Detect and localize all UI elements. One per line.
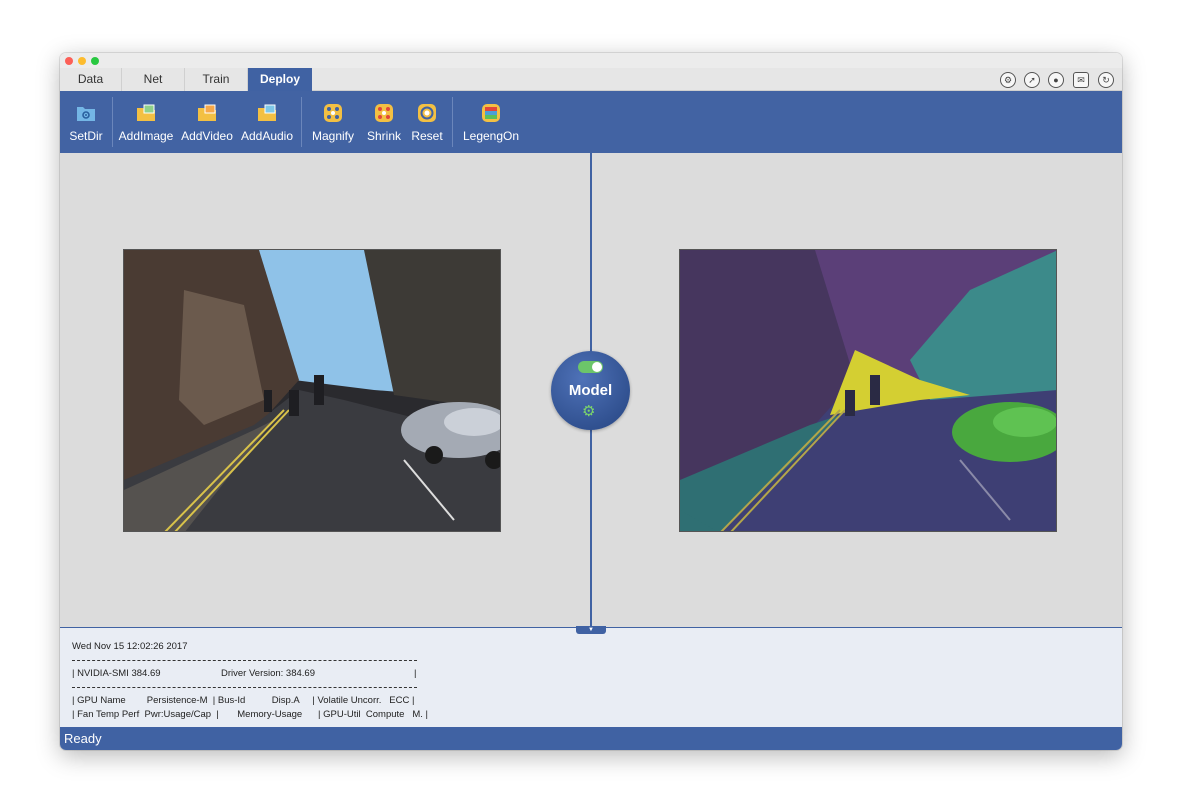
toolbar-divider	[112, 97, 113, 147]
compass-icon[interactable]: ➚	[1024, 72, 1040, 88]
tab-deploy[interactable]: Deploy	[248, 68, 312, 91]
status-bar: Ready	[60, 727, 1122, 750]
magnify-label: Magnify	[311, 129, 355, 143]
console-line-end: |	[414, 668, 417, 679]
console-header-row-1: | GPU Name Persistence-M | Bus-Id Disp.A…	[72, 695, 415, 706]
segmentation-overlay	[680, 250, 1056, 531]
legend-icon	[482, 104, 500, 122]
folder-image-icon	[137, 104, 155, 121]
folder-audio-icon	[258, 104, 276, 121]
reset-button[interactable]: Reset	[408, 91, 446, 153]
folder-video-icon	[198, 104, 216, 121]
console-timestamp: Wed Nov 15 12:02:26 2017	[72, 641, 188, 652]
console-output: Wed Nov 15 12:02:26 2017 | NVIDIA-SMI 38…	[60, 627, 1122, 727]
collapse-console-button[interactable]: ▼	[576, 626, 606, 634]
shrink-icon	[375, 104, 393, 122]
model-button[interactable]: Model ⚙	[551, 351, 630, 430]
addimage-label: AddImage	[118, 129, 174, 143]
mail-icon[interactable]: ✉	[1073, 72, 1089, 88]
toolbar: SetDir AddImage AddVideo AddAudio Magnif…	[60, 91, 1122, 153]
console-header-row-2: | Fan Temp Perf Pwr:Usage/Cap | Memory-U…	[72, 709, 429, 720]
model-label: Model	[568, 382, 613, 399]
app-window: Data Net Train Deploy ⚙ ➚ ● ✉ ↻ SetDir A…	[60, 53, 1122, 750]
shrink-button[interactable]: Shrink	[362, 91, 406, 153]
street-photo	[124, 250, 500, 531]
addvideo-button[interactable]: AddVideo	[178, 91, 236, 153]
console-nvidia-smi: | NVIDIA-SMI 384.69	[72, 668, 161, 679]
tab-net[interactable]: Net	[122, 68, 185, 91]
legendon-label: LegengOn	[462, 129, 520, 143]
title-bar	[60, 53, 1122, 68]
input-image	[123, 249, 501, 532]
addaudio-label: AddAudio	[240, 129, 294, 143]
addaudio-button[interactable]: AddAudio	[238, 91, 296, 153]
legendon-button[interactable]: LegengOn	[458, 91, 524, 153]
console-driver-version: Driver Version: 384.69	[221, 668, 315, 679]
setdir-label: SetDir	[69, 129, 103, 143]
addvideo-label: AddVideo	[181, 129, 233, 143]
reset-label: Reset	[411, 129, 443, 143]
tab-train[interactable]: Train	[185, 68, 248, 91]
maximize-window-button[interactable]	[91, 57, 99, 65]
status-text: Ready	[64, 731, 102, 746]
tab-data[interactable]: Data	[60, 68, 122, 91]
wechat-icon[interactable]: ●	[1048, 72, 1064, 88]
gear-icon[interactable]: ⚙	[1000, 72, 1016, 88]
reset-icon	[418, 104, 436, 122]
console-divider	[72, 687, 417, 688]
toolbar-divider	[452, 97, 453, 147]
magnify-icon	[324, 104, 342, 122]
close-window-button[interactable]	[65, 57, 73, 65]
folder-settings-icon	[77, 107, 95, 121]
model-toggle-switch[interactable]	[578, 361, 603, 373]
setdir-button[interactable]: SetDir	[64, 91, 108, 153]
segmentation-image	[679, 249, 1057, 532]
viewer-area: Model ⚙	[60, 153, 1122, 627]
shrink-label: Shrink	[366, 129, 401, 143]
refresh-icon[interactable]: ↻	[1098, 72, 1114, 88]
gear-icon: ⚙	[582, 403, 596, 420]
addimage-button[interactable]: AddImage	[116, 91, 176, 153]
console-divider	[72, 660, 417, 661]
tab-bar: Data Net Train Deploy ⚙ ➚ ● ✉ ↻	[60, 68, 1122, 91]
magnify-button[interactable]: Magnify	[308, 91, 358, 153]
toolbar-divider	[301, 97, 302, 147]
minimize-window-button[interactable]	[78, 57, 86, 65]
